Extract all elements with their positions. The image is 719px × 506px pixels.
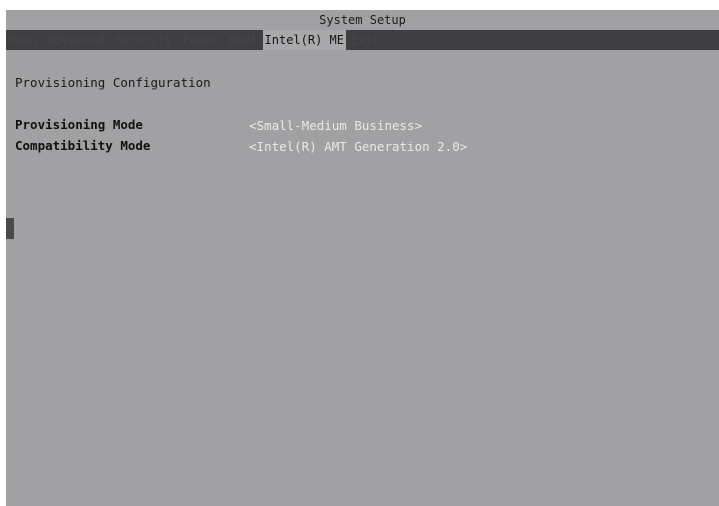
tab-main[interactable]: Main	[6, 30, 42, 50]
tab-intel-me[interactable]: Intel(R) ME	[262, 30, 347, 50]
tab-exit[interactable]: Exit	[346, 30, 385, 50]
tab-security[interactable]: Security	[110, 30, 178, 50]
provisioning-mode-value[interactable]: <Small-Medium Business>	[249, 115, 489, 136]
menu-bar: Main Advanced Security Power Boot Intel(…	[6, 30, 719, 50]
tab-advanced[interactable]: Advanced	[42, 30, 110, 50]
tab-power[interactable]: Power	[178, 30, 224, 50]
bios-screen: System Setup Main Advanced Security Powe…	[6, 10, 719, 506]
window-title: System Setup	[319, 13, 406, 27]
tab-boot[interactable]: Boot	[224, 30, 263, 50]
compatibility-mode-value[interactable]: <Intel(R) AMT Generation 2.0>	[249, 136, 489, 157]
compatibility-mode-label: Compatibility Mode	[15, 138, 151, 153]
selection-cursor	[6, 218, 14, 239]
page-title: Provisioning Configuration	[15, 75, 211, 90]
provisioning-mode-label: Provisioning Mode	[15, 117, 143, 132]
